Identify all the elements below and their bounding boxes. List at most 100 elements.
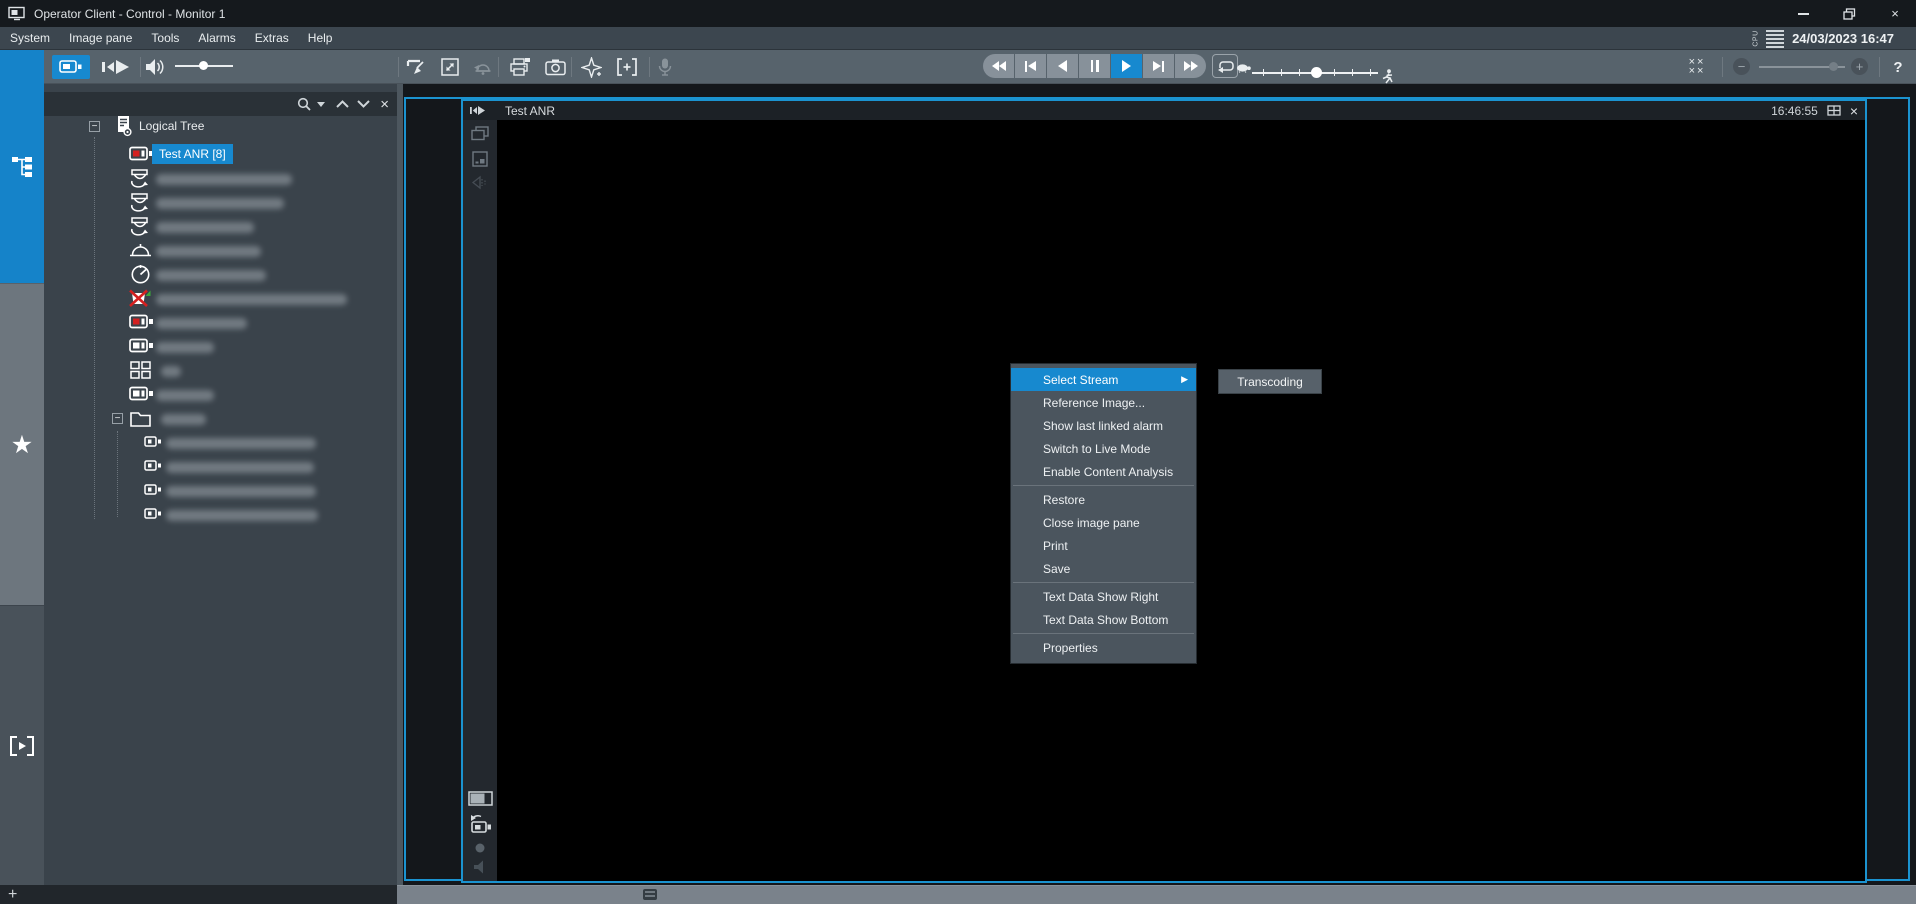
close-all-image-panes-button[interactable]: ×× ×× [1682,56,1712,78]
pane-layout-icon[interactable] [1827,105,1841,116]
play-backward-button[interactable] [1047,54,1078,78]
loop-playback-button[interactable] [1212,54,1238,78]
image-pane-header[interactable]: Test ANR 16:46:55 × [463,101,1865,120]
tree-item-child-camera[interactable] [44,431,397,455]
context-menu-item-select-stream[interactable]: Select Stream▶ [1011,368,1196,391]
sidebar-rail: ★ [0,50,44,885]
alarm-recall-button[interactable] [470,56,496,78]
add-button[interactable]: + [8,888,17,902]
tab-bookmarks[interactable] [0,605,44,886]
playback-mode-button[interactable] [98,57,134,77]
pane-audio-muted-icon[interactable] [472,859,488,875]
search-close-button[interactable]: × [380,96,389,113]
tree-item-child-camera[interactable] [44,455,397,479]
menu-item-help[interactable]: Help [308,31,333,45]
tree-search-bar[interactable]: × [44,92,397,116]
collapse-expander[interactable]: − [112,413,123,424]
window-close-button[interactable]: × [1888,7,1902,21]
print-button[interactable] [506,56,534,78]
context-menu-item-text-data-show-bottom[interactable]: Text Data Show Bottom [1011,608,1196,631]
context-menu-item-save[interactable]: Save [1011,557,1196,580]
tree-item-ptz-camera[interactable] [44,191,397,215]
speed-slider-thumb[interactable] [1311,67,1322,78]
tree-item-folder[interactable]: − [44,407,397,431]
collapse-expander[interactable]: − [89,121,100,132]
menu-item-tools[interactable]: Tools [151,31,179,45]
context-menu-item-show-last-linked-alarm[interactable]: Show last linked alarm [1011,414,1196,437]
context-menu-item-text-data-show-right[interactable]: Text Data Show Right [1011,585,1196,608]
context-menu-item-close-image-pane[interactable]: Close image pane [1011,511,1196,534]
maximize-image-pane-button[interactable] [438,56,462,78]
bookmarks-tab-icon [9,735,35,757]
previous-frame-button[interactable] [1015,54,1046,78]
menu-item-extras[interactable]: Extras [255,31,289,45]
tree-item-logical-tree[interactable]: − Logical Tree [44,115,397,139]
live-mode-button[interactable] [52,55,90,79]
microphone-button[interactable] [655,56,675,78]
record-dot-icon [475,843,485,853]
audio-button[interactable] [143,56,167,78]
window-minimize-button[interactable] [1796,7,1810,21]
context-menu-item-enable-content-analysis[interactable]: Enable Content Analysis [1011,460,1196,483]
zoom-in-button[interactable]: + [1851,58,1868,75]
app-icon [8,6,26,22]
redacted-label [156,198,284,209]
context-menu-item-properties[interactable]: Properties [1011,636,1196,659]
pane-timestamp: 16:46:55 [1771,104,1818,118]
add-bookmark-button[interactable] [613,56,641,78]
timeline-collapse-icon[interactable] [643,889,657,900]
zoom-slider-thumb[interactable] [1829,62,1838,71]
context-menu-item-restore[interactable]: Restore [1011,488,1196,511]
tree-item-camera[interactable] [44,335,397,359]
tree-item-dome-camera[interactable] [44,239,397,263]
fast-forward-button[interactable] [1175,54,1206,78]
instant-replay-icon[interactable] [471,175,489,190]
tree-item-speed-dome-camera[interactable] [44,263,397,287]
window-restore-button[interactable] [1842,7,1856,21]
context-menu-item-print[interactable]: Print [1011,534,1196,557]
copy-pane-icon[interactable] [471,126,489,141]
search-options-caret-icon[interactable] [317,102,325,111]
menu-item-image-pane[interactable]: Image pane [69,31,132,45]
add-favorite-button[interactable] [579,56,603,78]
tree-item-child-camera[interactable] [44,479,397,503]
tree-item-test-anr[interactable]: Test ANR [8] [44,143,397,167]
redacted-label [156,174,292,185]
select-image-pane-button[interactable] [404,56,430,78]
context-menu-item-reference-image[interactable]: Reference Image... [1011,391,1196,414]
tree-item-offline-camera[interactable] [44,287,397,311]
redacted-label [156,222,254,233]
pause-button[interactable] [1079,54,1110,78]
help-button[interactable]: ? [1888,56,1908,78]
tab-favorites[interactable]: ★ [0,283,44,606]
play-forward-button[interactable] [1111,54,1142,78]
image-pane-bar-icon[interactable] [468,791,493,806]
pane-close-button[interactable]: × [1850,103,1858,119]
tree-item-recording-camera[interactable] [44,311,397,335]
snapshot-button[interactable] [542,56,568,78]
context-menu: Select Stream▶Reference Image...Show las… [1010,363,1197,664]
speed-tick [1299,69,1300,76]
tab-logical-tree[interactable] [0,50,44,283]
search-next-button[interactable] [356,99,371,109]
search-previous-button[interactable] [335,99,350,109]
search-icon[interactable] [297,97,311,111]
redacted-label [156,342,214,353]
tree-item-ptz-camera[interactable] [44,167,397,191]
zoom-out-button[interactable]: − [1733,58,1750,75]
next-frame-button[interactable] [1143,54,1174,78]
tree-item-camera[interactable] [44,383,397,407]
rewind-button[interactable] [983,54,1014,78]
ptz-home-camera-icon[interactable] [468,813,492,835]
maximize-pane-icon [440,57,460,77]
ptz-camera-icon [129,169,151,190]
context-menu-item-switch-to-live-mode[interactable]: Switch to Live Mode [1011,437,1196,460]
tree-item-child-camera[interactable] [44,503,397,527]
volume-slider-thumb[interactable] [199,61,208,70]
menu-item-alarms[interactable]: Alarms [198,31,235,45]
tree-item-view[interactable] [44,359,397,383]
menu-item-system[interactable]: System [10,31,50,45]
submenu-transcoding[interactable]: Transcoding [1218,369,1322,394]
dewarp-pip-icon[interactable] [472,151,488,167]
tree-item-ptz-camera[interactable] [44,215,397,239]
